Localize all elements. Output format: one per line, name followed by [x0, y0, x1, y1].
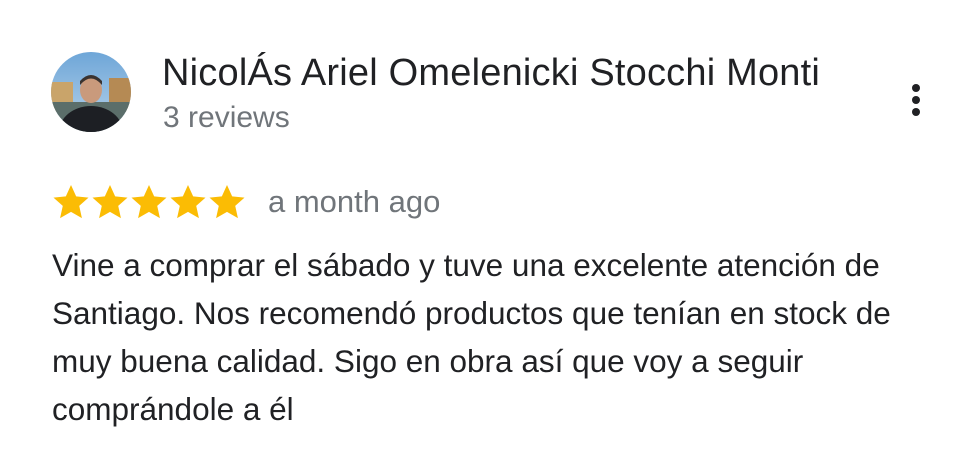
more-vert-icon: [912, 84, 920, 92]
more-options-button[interactable]: [898, 78, 934, 122]
avatar[interactable]: [51, 52, 131, 132]
star-icon: [92, 185, 128, 219]
star-icon: [53, 185, 89, 219]
review-card: NicolÁs Ariel Omelenicki Stocchi Monti 3…: [0, 0, 980, 467]
rating-row: a month ago: [51, 178, 440, 226]
star-icon: [209, 185, 245, 219]
star-rating: [51, 182, 246, 222]
review-count: 3 reviews: [163, 101, 290, 134]
review-date: a month ago: [268, 184, 441, 219]
avatar-photo: [51, 52, 131, 132]
star-icon: [170, 185, 206, 219]
star-icon: [131, 185, 167, 219]
review-text: Vine a comprar el sábado y tuve una exce…: [52, 247, 891, 427]
reviewer-name[interactable]: NicolÁs Ariel Omelenicki Stocchi Monti: [162, 50, 820, 96]
more-vert-icon-dot-3: [912, 108, 920, 116]
more-vert-icon-dot-2: [912, 96, 920, 104]
